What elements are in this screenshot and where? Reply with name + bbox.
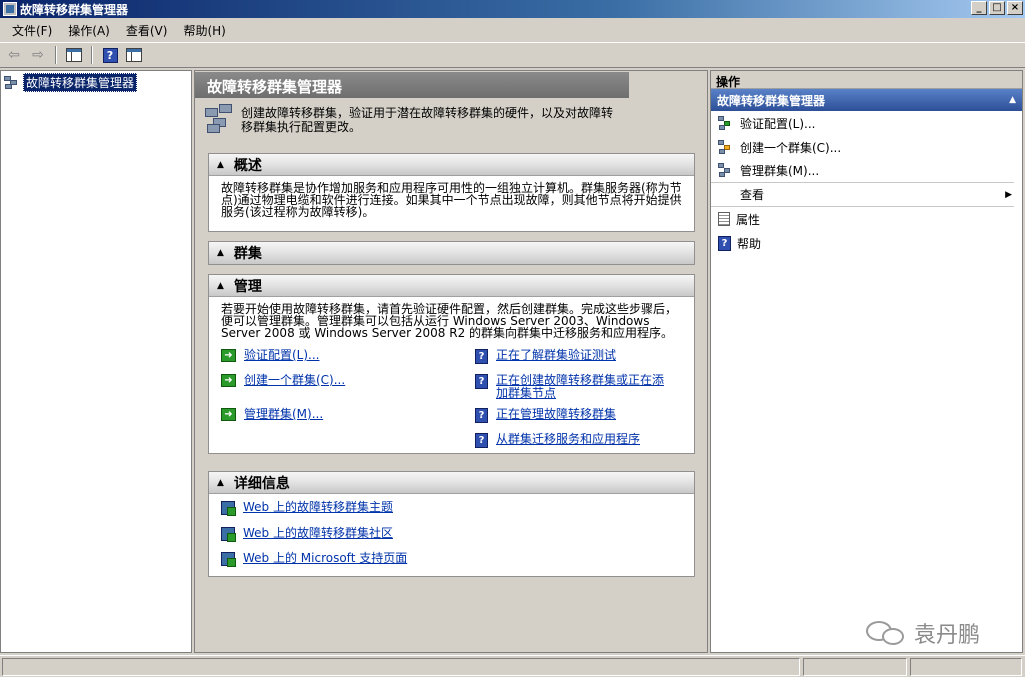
management-title: 管理 [233, 278, 262, 295]
management-text: 若要开始使用故障转移群集，请首先验证硬件配置，然后创建群集。完成这些步骤后，便可… [221, 302, 678, 340]
validate-config-link[interactable]: ➜ 验证配置(L)... [221, 349, 320, 362]
collapse-icon[interactable]: ▲ [217, 281, 224, 291]
action-create-cluster[interactable]: 创建一个群集(C)... [711, 135, 1014, 159]
arrow-right-icon: ➜ [221, 374, 236, 387]
overview-title: 概述 [233, 157, 262, 174]
actions-group-title: 故障转移群集管理器 [717, 93, 826, 108]
action-validate-config[interactable]: 验证配置(L)... [711, 111, 1014, 135]
menu-view[interactable]: 查看(V) [118, 22, 176, 39]
help-icon: ? [475, 349, 488, 364]
intro-text: 创建故障转移群集，验证用于潜在故障转移群集的硬件，以及对故障转移群集执行配置更改… [241, 106, 614, 134]
collapse-icon[interactable]: ▲ [217, 248, 224, 258]
web-link-topics[interactable]: Web 上的故障转移群集主题 [221, 501, 393, 516]
help-link-create-cluster[interactable]: ? 正在创建故障转移群集或正在添加群集节点 [475, 374, 675, 400]
wechat-icon [866, 619, 908, 647]
intro: 创建故障转移群集，验证用于潜在故障转移群集的硬件，以及对故障转移群集执行配置更改… [205, 104, 695, 134]
tree-item-label: 故障转移群集管理器 [23, 73, 138, 92]
action-properties[interactable]: 属性 [711, 207, 1014, 231]
status-bar [0, 655, 1025, 677]
cluster-icon [4, 75, 20, 90]
menu-help[interactable]: 帮助(H) [175, 22, 233, 39]
management-links: ➜ 验证配置(L)... ➜ 创建一个群集(C)... ➜ 管理群集(M)...… [209, 343, 694, 453]
menu-bar: 文件(F) 操作(A) 查看(V) 帮助(H) [0, 19, 1025, 41]
details-links: Web 上的故障转移群集主题 Web 上的故障转移群集社区 Web 上的 Mic… [209, 494, 694, 576]
close-button[interactable]: × [1007, 1, 1023, 15]
help-link-manage-cluster[interactable]: ? 正在管理故障转移群集 [475, 408, 616, 423]
arrow-right-icon: ➜ [221, 349, 236, 362]
collapse-icon[interactable]: ▲ [217, 160, 224, 170]
properties-icon [718, 212, 730, 226]
forward-arrow-icon: ⇨ [32, 47, 44, 63]
console-tree: 故障转移群集管理器 [0, 70, 192, 653]
menu-action[interactable]: 操作(A) [60, 22, 118, 39]
clusters-header[interactable]: ▲ 群集 [209, 242, 694, 264]
help-link-migrate-services[interactable]: ? 从群集迁移服务和应用程序 [475, 433, 640, 448]
console-tree-icon [66, 48, 82, 62]
status-cell [2, 658, 800, 676]
submenu-arrow-icon: ▶ [1005, 189, 1012, 200]
manage-cluster-link[interactable]: ➜ 管理群集(M)... [221, 408, 323, 421]
collapse-icon[interactable]: ▲ [1009, 95, 1016, 105]
overview-text: 故障转移群集是协作增加服务和应用程序可用性的一组独立计算机。群集服务器(称为节点… [221, 181, 682, 219]
app-icon [3, 2, 17, 16]
maximize-button[interactable]: □ [989, 1, 1005, 15]
cluster-icon [205, 104, 235, 134]
management-header[interactable]: ▲ 管理 [209, 275, 694, 297]
back-button[interactable]: ⇦ [3, 45, 25, 65]
help-icon: ? [475, 374, 488, 389]
action-pane-icon [126, 48, 142, 62]
help-icon: ? [475, 433, 488, 448]
web-link-icon [221, 527, 236, 542]
actions-title: 操作 [711, 71, 1022, 89]
action-help[interactable]: ? 帮助 [711, 231, 1014, 255]
help-button[interactable]: ? [99, 45, 121, 65]
menu-file[interactable]: 文件(F) [4, 22, 60, 39]
window-controls: _ □ × [971, 1, 1023, 15]
page-title: 故障转移群集管理器 [195, 72, 629, 98]
status-cell [910, 658, 1022, 676]
clusters-title: 群集 [233, 246, 262, 262]
clusters-section: ▲ 群集 [208, 241, 695, 265]
action-manage-cluster[interactable]: 管理群集(M)... [711, 159, 1014, 183]
title-bar: 故障转移群集管理器 _ □ × [0, 0, 1025, 18]
details-section: ▲ 详细信息 Web 上的故障转移群集主题 Web 上的故障转移群集社区 Web… [208, 471, 695, 577]
toolbar-separator [91, 46, 93, 64]
watermark: 袁丹鹏 [866, 617, 980, 649]
watermark-text: 袁丹鹏 [914, 623, 981, 648]
actions-pane: 操作 故障转移群集管理器 ▲ 验证配置(L)... 创建一个群集(C)... 管… [710, 70, 1023, 653]
help-icon: ? [718, 235, 731, 251]
toolbar: ⇦ ⇨ ? [0, 42, 1025, 68]
web-link-support[interactable]: Web 上的 Microsoft 支持页面 [221, 552, 407, 567]
validate-icon [718, 115, 734, 131]
create-cluster-link[interactable]: ➜ 创建一个群集(C)... [221, 374, 345, 387]
web-link-icon [221, 501, 236, 516]
forward-button[interactable]: ⇨ [27, 45, 49, 65]
show-action-pane-button[interactable] [123, 45, 145, 65]
help-icon: ? [475, 408, 488, 423]
actions-group-header[interactable]: 故障转移群集管理器 ▲ [711, 89, 1022, 111]
create-cluster-icon [718, 139, 734, 155]
arrow-right-icon: ➜ [221, 408, 236, 421]
toolbar-separator [55, 46, 57, 64]
web-link-community[interactable]: Web 上的故障转移群集社区 [221, 527, 393, 542]
overview-header[interactable]: ▲ 概述 [209, 154, 694, 176]
back-arrow-icon: ⇦ [8, 47, 20, 63]
results-pane: 故障转移群集管理器 创建故障转移群集，验证用于潜在故障转移群集的硬件，以及对故障… [194, 70, 708, 653]
show-console-tree-button[interactable] [63, 45, 85, 65]
cluster-icon [718, 163, 734, 178]
minimize-button[interactable]: _ [971, 1, 987, 15]
window-title: 故障转移群集管理器 [20, 2, 129, 17]
details-title: 详细信息 [233, 475, 290, 492]
status-cell [803, 658, 907, 676]
tree-item-failover-cluster-manager[interactable]: 故障转移群集管理器 [4, 73, 138, 92]
details-header[interactable]: ▲ 详细信息 [209, 472, 694, 494]
management-section: ▲ 管理 若要开始使用故障转移群集，请首先验证硬件配置，然后创建群集。完成这些步… [208, 274, 695, 454]
help-link-validation-tests[interactable]: ? 正在了解群集验证测试 [475, 349, 616, 364]
overview-section: ▲ 概述 故障转移群集是协作增加服务和应用程序可用性的一组独立计算机。群集服务器… [208, 153, 695, 232]
collapse-icon[interactable]: ▲ [217, 478, 224, 488]
web-link-icon [221, 552, 236, 567]
help-icon: ? [102, 47, 118, 63]
action-view[interactable]: 查看 ▶ [711, 183, 1014, 207]
